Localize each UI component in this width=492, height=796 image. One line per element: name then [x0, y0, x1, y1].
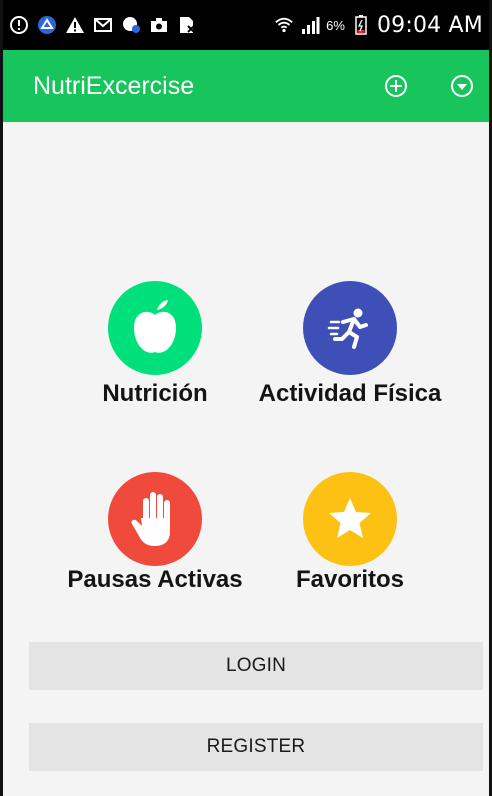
login-button[interactable]: LOGIN — [29, 642, 483, 690]
register-button[interactable]: REGISTER — [29, 723, 483, 771]
app-title: NutriExcercise — [33, 71, 195, 100]
apple-icon — [134, 300, 176, 353]
tile-label-favoritos: Favoritos — [295, 566, 405, 593]
tile-favoritos[interactable]: Favoritos — [250, 472, 450, 600]
actividad-circle — [303, 281, 397, 375]
wifi-icon — [274, 15, 294, 35]
app-bar: NutriExcercise — [3, 50, 489, 122]
notification-icons — [9, 15, 197, 35]
tile-nutricion[interactable]: Nutrición — [55, 281, 255, 416]
app-screen: 6% 09:04 AM NutriExcercise Nutrición Act… — [0, 0, 492, 796]
warning-icon — [65, 15, 85, 35]
tile-label-pausas-activas: Pausas Activas — [67, 566, 243, 593]
tile-label-nutricion: Nutrición — [102, 380, 208, 407]
favoritos-circle — [303, 472, 397, 566]
mail-icon — [93, 15, 113, 35]
battery-icon — [351, 15, 371, 35]
status-time: 09:04 AM — [376, 12, 483, 38]
star-icon — [329, 498, 371, 538]
info-circle-icon — [9, 15, 29, 35]
status-bar: 6% 09:04 AM — [3, 0, 489, 50]
running-person-icon — [327, 308, 368, 349]
app-logo-icon — [37, 15, 57, 35]
tile-label-actividad-fisica: Actividad Física — [258, 380, 442, 407]
tile-actividad-fisica[interactable]: Actividad Física — [250, 281, 450, 416]
app-bar-actions — [383, 73, 475, 99]
camera-icon — [149, 15, 169, 35]
pausas-circle — [108, 472, 202, 566]
dropdown-circle-icon[interactable] — [449, 73, 475, 99]
tile-pausas-activas[interactable]: Pausas Activas — [55, 472, 255, 600]
signal-icon — [300, 15, 320, 35]
system-status: 6% 09:04 AM — [274, 13, 483, 38]
battery-percent: 6% — [326, 17, 345, 33]
nutricion-circle — [108, 281, 202, 375]
hand-icon — [131, 492, 170, 546]
voicemail-icon — [121, 15, 141, 35]
sim-card-icon — [177, 15, 197, 35]
add-circle-icon[interactable] — [383, 73, 409, 99]
